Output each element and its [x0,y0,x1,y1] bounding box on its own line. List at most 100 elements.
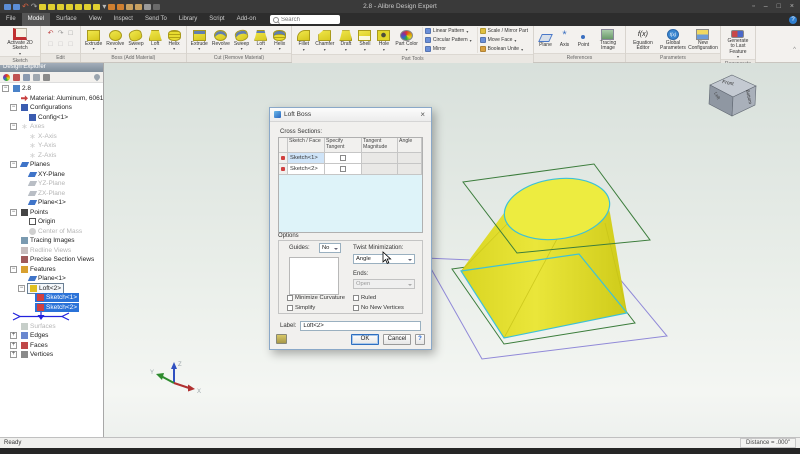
hole-button[interactable]: Hole▾ [375,29,392,50]
menu-tab-file[interactable]: File [0,13,22,26]
new-part-icon[interactable] [4,4,11,10]
checkbox-simplify[interactable]: Simplify [287,305,353,311]
expand-toggle-icon[interactable]: + [10,342,17,349]
comments-icon[interactable] [33,74,40,81]
activate-2d-sketch-button[interactable]: Activate 2D Sketch▾ [3,27,37,55]
expand-toggle-icon[interactable]: + [10,332,17,339]
scale-mirror-part-button[interactable]: Scale / Mirror Part [480,27,528,35]
dialog-help-button[interactable]: ? [415,334,425,345]
global-parameters-button[interactable]: f(x)Global Parameters [659,28,687,52]
cross-section-row-sketch-1[interactable]: Sketch<1> [279,153,422,164]
more-tools-dropdown-icon[interactable]: ▾ [102,4,106,10]
redo-icon[interactable]: ↷ [56,29,65,39]
revolve-button[interactable]: Revolve▾ [211,29,231,50]
sweep-button[interactable]: Sweep▾ [127,29,144,50]
new-configuration-button[interactable]: New Configuration [689,28,717,52]
tree-item-vertices[interactable]: +Vertices [0,350,103,360]
tree-item-loft-2[interactable]: −Loft<2> [0,284,103,294]
save-icon[interactable] [13,4,20,10]
tree-item-2-8[interactable]: −2.8 [0,84,103,94]
checkbox-minimize-curvature[interactable]: Minimize Curvature [287,295,353,301]
sketch-tool-2-icon[interactable] [117,4,124,10]
collapse-toggle-icon[interactable]: − [2,85,9,92]
tree-item-y-axis[interactable]: ∗Y-Axis [0,141,103,151]
color-wheel-icon[interactable] [3,74,10,81]
collapse-toggle-icon[interactable]: − [18,285,25,292]
select-window-icon[interactable]: □ [66,29,75,39]
part-color-button[interactable]: Part Color▾ [394,29,419,50]
tree-item-config-1[interactable]: Config<1> [0,113,103,123]
dimension-tool-icon[interactable] [135,4,142,10]
app-window-button[interactable]: ▫ [752,0,754,13]
revolve-button[interactable]: Revolve▾ [105,29,125,50]
label-input[interactable] [300,321,421,331]
material-icon[interactable] [13,74,20,81]
measure-tool-icon[interactable] [126,4,133,10]
circular-pattern-button[interactable]: Circular Pattern▾ [425,36,472,44]
tree-item-edges[interactable]: +Edges [0,331,103,341]
guides-list[interactable] [289,257,339,295]
collapse-toggle-icon[interactable]: − [10,209,17,216]
extrude-boss-quick-icon[interactable] [39,4,46,10]
draft-button[interactable]: Draft▾ [337,29,354,50]
plane-button[interactable]: Plane [537,31,554,48]
tree-item-points[interactable]: −Points [0,208,103,218]
point-button[interactable]: Point [575,30,592,48]
collapse-toggle-icon[interactable]: − [10,161,17,168]
fillet-quick-icon[interactable] [84,4,91,10]
tree-item-configurations[interactable]: −Configurations [0,103,103,113]
tree-item-xy-plane[interactable]: XY-Plane [0,170,103,180]
tree-item-zx-plane[interactable]: ZX-Plane [0,189,103,199]
tree-item-sketch-1[interactable]: Sketch<1> [0,293,103,303]
revolve-boss-quick-icon[interactable] [48,4,55,10]
undo-icon[interactable]: ↶ [46,29,55,39]
axis-button[interactable]: *Axis [556,30,573,48]
tree-item-yz-plane[interactable]: YZ-Plane [0,179,103,189]
ribbon-help-button[interactable]: ? [789,16,797,24]
specify-tangent-checkbox[interactable] [340,166,346,172]
ok-button[interactable]: OK [351,334,379,345]
minimize-button[interactable]: – [764,0,768,13]
sketch-face-cell[interactable]: Sketch<2> [288,164,325,175]
menu-tab-inspect[interactable]: Inspect [108,13,139,26]
guides-dropdown[interactable]: No [319,243,341,253]
menu-tab-send-to[interactable]: Send To [139,13,173,26]
preview-icon[interactable] [276,334,287,344]
dialog-close-button[interactable]: × [418,108,427,121]
tree-item-z-axis[interactable]: ∗Z-Axis [0,151,103,161]
no-new-vertices-checkbox[interactable] [353,305,359,311]
tree-item-origin[interactable]: Origin [0,217,103,227]
tree-item-material-aluminum-6061-t6[interactable]: Material: Aluminum, 6061-T6 [0,94,103,104]
tree-item-center-of-mass[interactable]: Center of Mass [0,227,103,237]
tree-options-icon[interactable] [43,74,50,81]
close-button[interactable]: × [790,0,794,13]
equation-editor-button[interactable]: f(x)Equation Editor [629,28,657,52]
cross-section-row-sketch-2[interactable]: Sketch<2> [279,164,422,175]
extrude-button[interactable]: Extrude▾ [84,29,103,50]
sweep-button[interactable]: Sweep▾ [233,29,250,50]
ends-dropdown[interactable]: Open [353,279,415,289]
display-options-icon[interactable] [23,74,30,81]
dialog-title-bar[interactable]: Loft Boss × [270,108,431,122]
tree-item-planes[interactable]: −Planes [0,160,103,170]
shell-button[interactable]: Shell▾ [356,29,373,50]
pin-icon[interactable] [93,73,101,81]
tree-item-tracing-images[interactable]: Tracing Images [0,236,103,246]
ruled-checkbox[interactable] [353,295,359,301]
tree-item-precise-section-views[interactable]: Precise Section Views [0,255,103,265]
cut-icon[interactable]: □ [46,40,55,50]
zoom-window-tool-icon[interactable] [153,4,160,10]
viewport-3d[interactable]: Z Y X Front Bottom Left Loft Boss × Cros… [104,63,800,437]
linear-pattern-button[interactable]: Linear Pattern▾ [425,27,472,35]
tree-item-plane-1[interactable]: Plane<1> [0,198,103,208]
zoom-tool-icon[interactable] [144,4,151,10]
menu-tab-script[interactable]: Script [203,13,230,26]
expand-toggle-icon[interactable]: + [10,351,17,358]
tree-item-axes[interactable]: −∗Axes [0,122,103,132]
tracing-image-button[interactable]: Tracing Image [594,28,622,52]
menu-tab-surface[interactable]: Surface [50,13,83,26]
loft-boss-quick-icon[interactable] [66,4,73,10]
search-box[interactable] [270,15,340,24]
sweep-boss-quick-icon[interactable] [57,4,64,10]
redo-icon[interactable]: ↷ [31,4,38,10]
